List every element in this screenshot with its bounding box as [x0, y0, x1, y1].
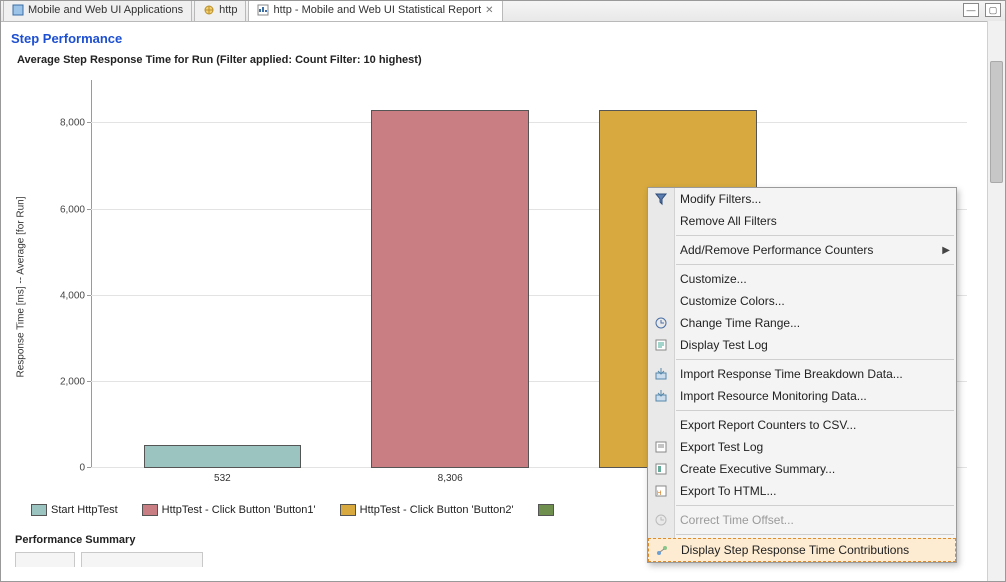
menu-correct-time-offset: Correct Time Offset... — [648, 509, 956, 531]
y-tick: 8,000 — [45, 118, 85, 129]
menu-modify-filters[interactable]: Modify Filters... — [648, 188, 956, 210]
menu-label: Import Response Time Breakdown Data... — [680, 367, 903, 381]
report-icon — [257, 4, 269, 16]
menu-customize-colors[interactable]: Customize Colors... — [648, 290, 956, 312]
menu-label: Customize... — [680, 272, 747, 286]
minimize-button[interactable]: — — [963, 3, 979, 17]
legend-label: HttpTest - Click Button 'Button2' — [360, 504, 514, 516]
maximize-button[interactable]: ▢ — [985, 3, 1001, 17]
svg-text:H: H — [657, 491, 661, 497]
context-menu: Modify Filters... Remove All Filters Add… — [647, 187, 957, 563]
summary-tab[interactable] — [15, 552, 75, 567]
menu-display-step-contributions[interactable]: Display Step Response Time Contributions — [648, 538, 956, 562]
menu-create-exec-summary[interactable]: Create Executive Summary... — [648, 458, 956, 480]
menu-label: Display Step Response Time Contributions — [681, 543, 909, 557]
tab-label: Mobile and Web UI Applications — [28, 4, 183, 16]
menu-display-test-log[interactable]: Display Test Log — [648, 334, 956, 356]
close-icon[interactable]: ✕ — [485, 5, 493, 16]
menu-customize[interactable]: Customize... — [648, 268, 956, 290]
bar-value: 532 — [214, 473, 231, 484]
legend-label: HttpTest - Click Button 'Button1' — [162, 504, 316, 516]
section-title: Step Performance — [11, 31, 977, 46]
menu-label: Change Time Range... — [680, 316, 800, 330]
swatch-icon — [538, 504, 554, 516]
menu-export-html[interactable]: H Export To HTML... — [648, 480, 956, 502]
bar-value: 8,306 — [438, 473, 463, 484]
menu-label: Export Report Counters to CSV... — [680, 418, 856, 432]
swatch-icon — [31, 504, 47, 516]
export-log-icon — [653, 439, 669, 455]
tab-mobile-web-ui-apps[interactable]: Mobile and Web UI Applications — [3, 0, 192, 21]
clock-icon — [653, 512, 669, 528]
menu-separator — [676, 264, 954, 265]
menu-label: Create Executive Summary... — [680, 462, 835, 476]
app-icon — [12, 4, 24, 16]
menu-add-remove-counters[interactable]: Add/Remove Performance Counters ▶ — [648, 239, 956, 261]
legend-item: Start HttpTest — [31, 504, 118, 516]
y-tick: 2,000 — [45, 376, 85, 387]
menu-label: Add/Remove Performance Counters — [680, 243, 873, 257]
html-icon: H — [653, 483, 669, 499]
menu-separator — [676, 235, 954, 236]
y-tick: 4,000 — [45, 290, 85, 301]
import-icon — [653, 388, 669, 404]
menu-remove-all-filters[interactable]: Remove All Filters — [648, 210, 956, 232]
menu-label: Customize Colors... — [680, 294, 785, 308]
swatch-icon — [142, 504, 158, 516]
legend-label: Start HttpTest — [51, 504, 118, 516]
menu-label: Export To HTML... — [680, 484, 776, 498]
menu-separator — [676, 359, 954, 360]
log-icon — [653, 337, 669, 353]
filter-icon — [653, 191, 669, 207]
bar-start-httptest[interactable] — [144, 445, 302, 468]
menu-import-resource[interactable]: Import Resource Monitoring Data... — [648, 385, 956, 407]
import-icon — [653, 366, 669, 382]
y-axis-label: Response Time [ms] -- Average [for Run] — [16, 196, 27, 377]
http-icon — [203, 4, 215, 16]
menu-separator — [676, 505, 954, 506]
menu-import-breakdown[interactable]: Import Response Time Breakdown Data... — [648, 363, 956, 385]
y-tick: 0 — [45, 463, 85, 474]
menu-label: Correct Time Offset... — [680, 513, 794, 527]
editor-tabbar: Mobile and Web UI Applications http http… — [1, 1, 1005, 22]
y-axis-line — [91, 80, 92, 468]
menu-label: Display Test Log — [680, 338, 768, 352]
contribution-icon — [654, 542, 670, 558]
summary-tab[interactable] — [81, 552, 203, 567]
workbench-window: { "tabs": [ {"label": "Mobile and Web UI… — [0, 0, 1006, 582]
menu-separator — [676, 410, 954, 411]
legend-item: HttpTest - Click Button 'Button1' — [142, 504, 316, 516]
scrollbar-thumb[interactable] — [990, 61, 1003, 183]
chart-title: Average Step Response Time for Run (Filt… — [17, 54, 977, 66]
legend-item: HttpTest - Click Button 'Button2' — [340, 504, 514, 516]
menu-label: Export Test Log — [680, 440, 763, 454]
menu-export-test-log[interactable]: Export Test Log — [648, 436, 956, 458]
swatch-icon — [340, 504, 356, 516]
menu-separator — [676, 534, 954, 535]
summary-icon — [653, 461, 669, 477]
tab-label: http - Mobile and Web UI Statistical Rep… — [273, 4, 481, 16]
y-tick: 6,000 — [45, 204, 85, 215]
menu-label: Import Resource Monitoring Data... — [680, 389, 867, 403]
bar-click-button1[interactable] — [371, 110, 529, 468]
tab-label: http — [219, 4, 237, 16]
clock-icon — [653, 315, 669, 331]
menu-label: Modify Filters... — [680, 192, 761, 206]
tab-http[interactable]: http — [194, 0, 246, 21]
menu-label: Remove All Filters — [680, 214, 777, 228]
window-controls: — ▢ — [963, 3, 1001, 17]
menu-change-time-range[interactable]: Change Time Range... — [648, 312, 956, 334]
submenu-arrow-icon: ▶ — [942, 245, 950, 256]
menu-export-csv[interactable]: Export Report Counters to CSV... — [648, 414, 956, 436]
tab-statistical-report[interactable]: http - Mobile and Web UI Statistical Rep… — [248, 0, 502, 21]
vertical-scrollbar[interactable] — [987, 21, 1005, 581]
legend-item — [538, 504, 558, 516]
